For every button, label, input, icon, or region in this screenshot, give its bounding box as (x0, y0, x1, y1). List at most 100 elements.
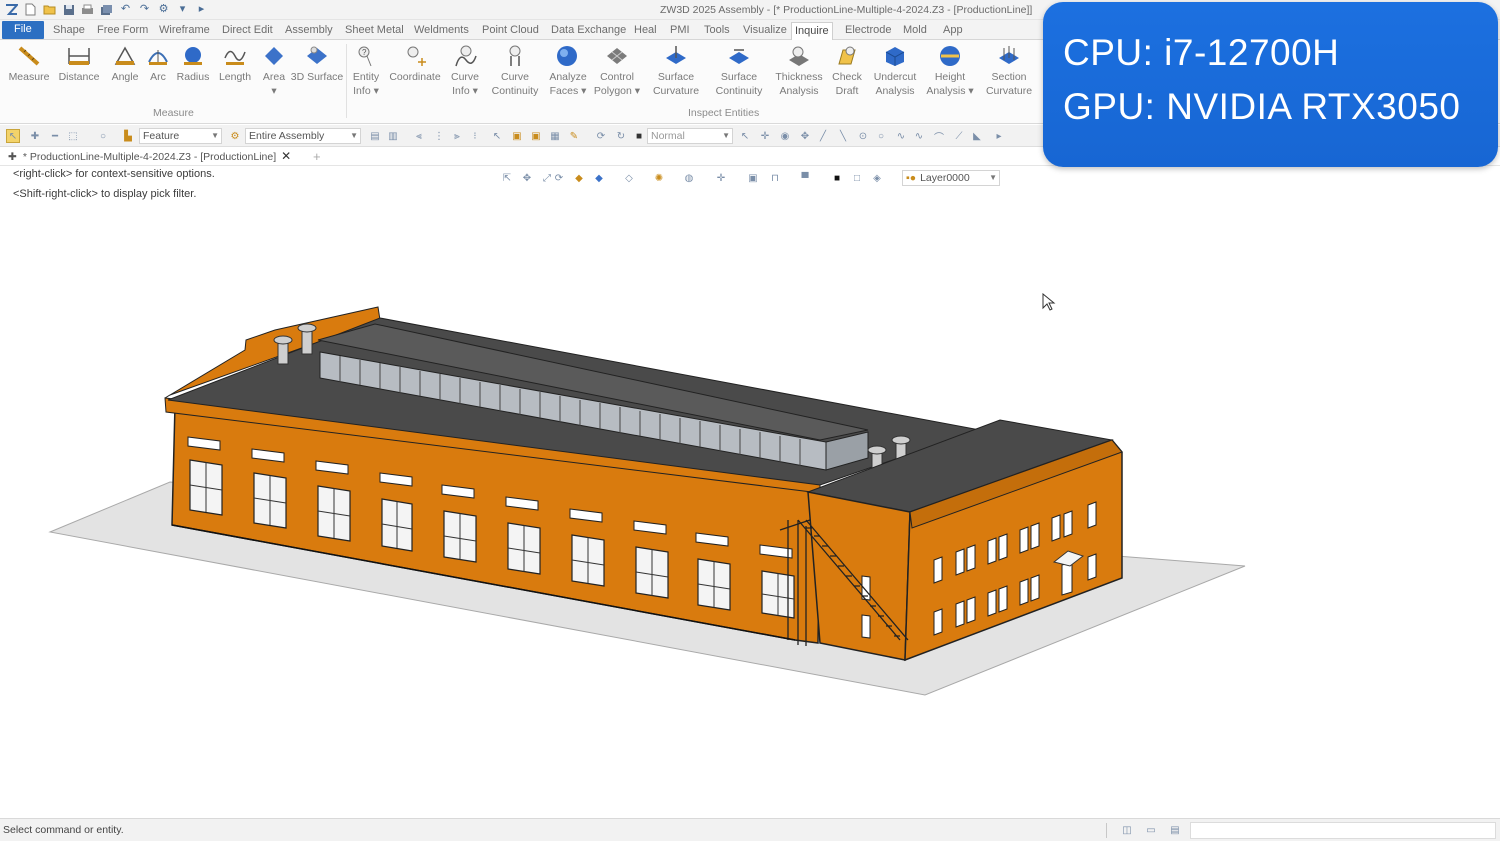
tab-pmi[interactable]: PMI (667, 22, 693, 40)
area-button[interactable]: Area ▾ (259, 43, 289, 98)
rotate-icon[interactable]: ⟳ (594, 129, 608, 143)
tab-direct-edit[interactable]: Direct Edit (219, 22, 276, 40)
arc-button[interactable]: Arc (143, 43, 173, 84)
wave-icon[interactable]: ∿ (912, 129, 926, 143)
tab-sheet-metal[interactable]: Sheet Metal (342, 22, 407, 40)
settings-icon[interactable]: ⚙ (156, 2, 171, 17)
line-icon[interactable]: ╱ (816, 129, 830, 143)
measure-button[interactable]: Measure (6, 43, 52, 84)
box-select-icon[interactable]: ⬚ (66, 129, 80, 143)
snap-icon[interactable]: ▥ (386, 129, 400, 143)
length-button[interactable]: Length (215, 43, 255, 84)
coordinate-button[interactable]: Coordinate (387, 43, 443, 84)
entity-info-button[interactable]: ? Entity Info ▾ (348, 43, 384, 98)
select-arrow-icon[interactable]: ↖ (738, 129, 752, 143)
align-left-icon[interactable]: ⫷ (412, 129, 426, 143)
surface-curvature-button[interactable]: Surface Curvature (650, 43, 702, 98)
app-logo-icon[interactable] (4, 2, 19, 17)
redo-icon[interactable]: ↷ (137, 2, 152, 17)
tab-assembly[interactable]: Assembly (282, 22, 336, 40)
save-icon[interactable] (61, 2, 76, 17)
more-tools-icon[interactable]: ▸ (992, 129, 1006, 143)
tab-mold[interactable]: Mold (900, 22, 930, 40)
dropdown-icon[interactable]: ▾ (175, 2, 190, 17)
tab-heal[interactable]: Heal (631, 22, 660, 40)
tab-weldments[interactable]: Weldments (411, 22, 472, 40)
play-circle-icon[interactable]: ◉ (778, 129, 792, 143)
refresh-icon[interactable]: ↻ (614, 129, 628, 143)
align-center-icon[interactable]: ⋮ (432, 129, 446, 143)
layout-icon[interactable]: ◫ (1120, 823, 1134, 837)
tab-shape[interactable]: Shape (50, 22, 88, 40)
pick-select-icon[interactable]: ↖ (6, 129, 20, 143)
mouse-cursor-icon (1042, 293, 1056, 311)
graphics-viewport[interactable]: <right-click> for context-sensitive opti… (0, 167, 1500, 817)
folder-icon[interactable]: ▣ (510, 129, 524, 143)
stop-icon[interactable]: ■ (632, 129, 646, 143)
extend-icon[interactable]: ⟋ (952, 129, 966, 143)
feature-filter-icon[interactable]: ▙ (121, 129, 135, 143)
edge-icon[interactable]: ✥ (798, 129, 812, 143)
tab-point-cloud[interactable]: Point Cloud (479, 22, 542, 40)
command-input[interactable] (1190, 822, 1496, 839)
measure-point-icon[interactable]: ✛ (758, 129, 772, 143)
distribute-icon[interactable]: ⁝ (468, 129, 482, 143)
control-polygon-button[interactable]: Control Polygon ▾ (593, 43, 641, 98)
cursor-icon[interactable]: ↖ (490, 129, 504, 143)
surface-continuity-button[interactable]: Surface Continuity (712, 43, 766, 98)
tab-tools[interactable]: Tools (701, 22, 733, 40)
assembly-scope-icon[interactable]: ⚙ (228, 129, 242, 143)
spline-icon[interactable]: ∿ (894, 129, 908, 143)
check-draft-button[interactable]: Check Draft (830, 43, 864, 98)
tab-app[interactable]: App (940, 22, 966, 40)
print-icon[interactable] (80, 2, 95, 17)
feature-filter-select[interactable]: Feature ▼ (139, 128, 222, 144)
3d-surface-button[interactable]: 3D Surface (290, 43, 344, 84)
play-icon[interactable]: ▸ (194, 2, 209, 17)
distance-button[interactable]: Distance (56, 43, 102, 84)
part-icon[interactable]: ▣ (529, 129, 543, 143)
tab-wireframe[interactable]: Wireframe (156, 22, 213, 40)
tab-free-form[interactable]: Free Form (94, 22, 151, 40)
analyze-faces-button[interactable]: Analyze Faces ▾ (545, 43, 591, 98)
building-model[interactable] (0, 167, 1500, 817)
save-all-icon[interactable] (99, 2, 114, 17)
align-right-icon[interactable]: ⫸ (450, 129, 464, 143)
tab-file[interactable]: File (2, 21, 44, 39)
grid-icon[interactable]: ▤ (368, 129, 382, 143)
height-analysis-button[interactable]: Height Analysis ▾ (924, 43, 976, 98)
pick-filter-icon[interactable]: ✚ (28, 129, 42, 143)
circle-icon[interactable]: ○ (874, 129, 888, 143)
tab-visualize[interactable]: Visualize (740, 22, 790, 40)
section-curvature-button[interactable]: Section Curvature (982, 43, 1036, 98)
new-icon[interactable] (23, 2, 38, 17)
diagonal-icon[interactable]: ╲ (836, 129, 850, 143)
tab-electrode[interactable]: Electrode (842, 22, 894, 40)
angle-button[interactable]: Angle (106, 43, 144, 84)
component-icon[interactable]: ▦ (548, 129, 562, 143)
tab-inquire[interactable]: Inquire (791, 22, 833, 41)
pin-icon[interactable]: ✚ (8, 151, 17, 163)
new-tab-button[interactable]: + (313, 149, 321, 164)
curve-info-button[interactable]: Curve Info ▾ (446, 43, 484, 98)
shape-icon[interactable]: ◣ (970, 129, 984, 143)
close-tab-icon[interactable]: ✕ (281, 149, 291, 163)
undo-icon[interactable]: ↶ (118, 2, 133, 17)
display-style-select[interactable]: Normal ▼ (647, 128, 733, 144)
lasso-icon[interactable]: ○ (96, 129, 110, 143)
status-divider (1106, 823, 1107, 838)
radius-button[interactable]: Radius (174, 43, 212, 84)
line-tool-icon[interactable]: ━ (48, 129, 62, 143)
point-icon[interactable]: ⊙ (856, 129, 870, 143)
panel-icon[interactable]: ▤ (1168, 823, 1182, 837)
open-icon[interactable] (42, 2, 57, 17)
sketch-icon[interactable]: ✎ (567, 129, 581, 143)
thickness-analysis-button[interactable]: Thickness Analysis (774, 43, 824, 98)
curve-continuity-button[interactable]: Curve Continuity (488, 43, 542, 98)
assembly-scope-select[interactable]: Entire Assembly ▼ (245, 128, 361, 144)
undercut-analysis-button[interactable]: Undercut Analysis (870, 43, 920, 98)
document-tab[interactable]: ✚ * ProductionLine-Multiple-4-2024.Z3 - [… (8, 149, 291, 165)
monitor-icon[interactable]: ▭ (1144, 823, 1158, 837)
trim-icon[interactable]: ⌒ (932, 129, 946, 144)
tab-data-exchange[interactable]: Data Exchange (548, 22, 629, 40)
